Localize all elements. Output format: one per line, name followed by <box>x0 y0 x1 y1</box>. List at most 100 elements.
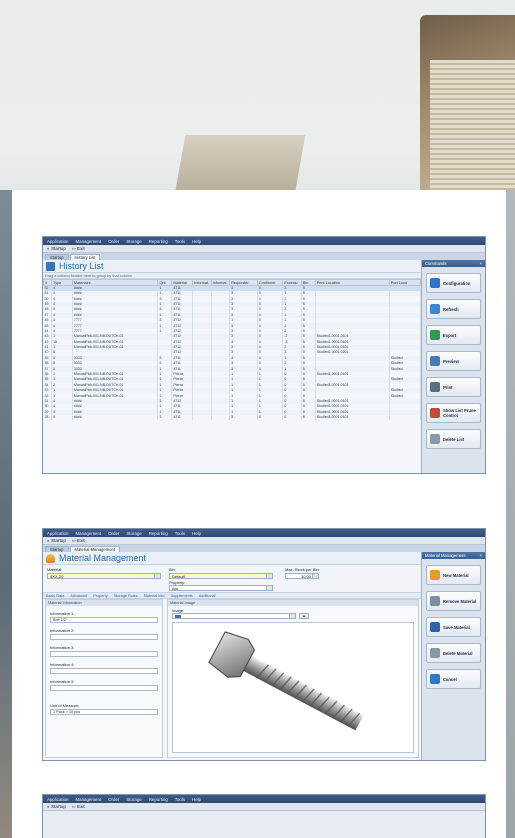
photo-left-edge <box>0 190 12 838</box>
traffic-cone-icon <box>46 553 55 563</box>
subtab[interactable]: Basic Data <box>46 594 64 598</box>
table-cell: 3 <box>157 414 173 421</box>
subtab[interactable]: Additional <box>199 594 216 598</box>
menu-storage[interactable]: Storage <box>126 239 141 244</box>
remove-material-button[interactable]: Remove Material <box>426 591 481 611</box>
menu-help[interactable]: Help <box>192 239 201 244</box>
table-cell: Studied1-0001-0101 <box>315 414 390 421</box>
table-cell <box>192 414 212 421</box>
menu-reporting[interactable]: Reporting <box>149 531 168 536</box>
document-tabs: Startup Material Management <box>43 545 485 552</box>
button-label: Save Material <box>443 624 470 630</box>
exit-button[interactable]: ⇦ Exit <box>72 538 85 544</box>
configuration-button[interactable]: Configuration <box>426 273 481 293</box>
preview-icon <box>430 356 440 366</box>
subtab[interactable]: Material Info <box>144 594 165 598</box>
menu-tools[interactable]: Tools <box>175 531 185 536</box>
table-row[interactable]: 28 4 #### 3 4711 3 0 0 5 Studied1-0001-0101 <box>43 414 422 421</box>
material-input[interactable]: 4XX-20 <box>47 573 161 579</box>
menu-reporting[interactable]: Reporting <box>149 797 168 802</box>
button-label: Refresh <box>443 306 459 312</box>
table-cell: 0 <box>257 414 284 421</box>
new-material-button[interactable]: New Material <box>426 565 481 585</box>
menu-application[interactable]: Application <box>47 239 68 244</box>
close-icon[interactable]: × <box>480 260 482 267</box>
menu-order[interactable]: Order <box>108 239 119 244</box>
menu-application[interactable]: Application <box>47 531 68 536</box>
menu-help[interactable]: Help <box>192 797 201 802</box>
table-cell: 3 <box>229 414 258 421</box>
bin-label: Bin: <box>169 567 176 572</box>
delete-material-button[interactable]: Delete Material <box>426 643 481 663</box>
preview-button[interactable]: Preview <box>426 351 481 371</box>
material-commands-panel: Material Management × New Material Remove … <box>421 552 485 760</box>
info-field-input[interactable] <box>50 651 158 657</box>
material-form-header: Material: 4XX-20 Bin: Default Property: … <box>43 565 421 593</box>
print-button[interactable]: Print <box>426 377 481 397</box>
startup-button[interactable]: ◐ Startup <box>47 246 66 251</box>
close-icon[interactable]: × <box>480 552 482 559</box>
cancel-button[interactable]: Cancel <box>426 669 481 689</box>
stepper-icon[interactable] <box>312 574 318 578</box>
startup-button[interactable]: ◐ Startup <box>47 804 66 809</box>
menu-bar: Application Management Order Storage Rep… <box>43 237 485 245</box>
menu-order[interactable]: Order <box>108 797 119 802</box>
startup-button[interactable]: ◐ Startup <box>47 538 66 543</box>
refresh-button[interactable]: Refresh <box>426 299 481 319</box>
toolbar: ◐ Startup ⇦ Exit <box>43 245 485 253</box>
info-field-input[interactable] <box>50 634 158 640</box>
menu-management[interactable]: Management <box>75 797 101 802</box>
subtab[interactable]: Advanced <box>70 594 87 598</box>
save-icon <box>430 622 440 632</box>
bolt-image <box>172 622 414 753</box>
exit-button[interactable]: ⇦ Exit <box>72 246 85 252</box>
menu-help[interactable]: Help <box>192 531 201 536</box>
table-cell <box>211 414 231 421</box>
show-list-prune-control-button[interactable]: Show List Prune Control <box>426 403 481 423</box>
uom-input[interactable]: 1 Pack = 10 pcs <box>50 709 158 715</box>
exit-label: Exit <box>77 803 85 809</box>
startup-label: Startup <box>51 804 66 809</box>
commands-header: Commands × <box>422 260 485 267</box>
max-stock-input[interactable]: 30.00 <box>285 573 319 579</box>
info-field-label: Information 4: <box>50 662 75 667</box>
menu-storage[interactable]: Storage <box>126 797 141 802</box>
chevron-down-icon <box>289 614 295 618</box>
exit-button[interactable]: ⇦ Exit <box>72 804 85 810</box>
button-label: Delete Material <box>443 650 473 656</box>
subtab[interactable]: Supplements <box>171 594 193 598</box>
material-management-window: Application Management Order Storage Rep… <box>42 528 486 761</box>
cancel-icon <box>430 674 440 684</box>
open-image-button[interactable]: ▲ <box>299 613 309 619</box>
delete-list-icon <box>430 434 440 444</box>
image-select[interactable] <box>172 613 296 619</box>
toolbar: ◐ Startup ⇦ Exit <box>43 803 485 811</box>
history-table: # Type Materialnr. Qnt Material Informat. Info… <box>43 279 422 421</box>
button-label: Preview <box>443 358 459 364</box>
button-label: Export <box>443 332 457 338</box>
menu-reporting[interactable]: Reporting <box>149 239 168 244</box>
menu-application[interactable]: Application <box>47 797 68 802</box>
toolbar: ◐ Startup ⇦ Exit <box>43 537 485 545</box>
export-button[interactable]: Export <box>426 325 481 345</box>
save-material-button[interactable]: Save Material <box>426 617 481 637</box>
menu-storage[interactable]: Storage <box>126 531 141 536</box>
menu-management[interactable]: Management <box>75 239 101 244</box>
prune-icon <box>430 408 440 418</box>
property-select[interactable]: Bar <box>169 585 273 591</box>
menu-tools[interactable]: Tools <box>175 797 185 802</box>
delete-list-button[interactable]: Delete List <box>426 429 481 449</box>
info-field-input[interactable] <box>50 685 158 691</box>
info-field-input[interactable]: Bolt 1/2" <box>50 617 158 623</box>
menu-management[interactable]: Management <box>75 531 101 536</box>
bin-select[interactable]: Default <box>169 573 273 579</box>
menu-bar: Application Management Order Storage Rep… <box>43 795 485 803</box>
button-label: New Material <box>443 572 469 578</box>
subtab[interactable]: Storage Rules <box>114 594 138 598</box>
info-field-input[interactable] <box>50 668 158 674</box>
menu-tools[interactable]: Tools <box>175 239 185 244</box>
table-cell: 4 <box>51 414 73 421</box>
subtab[interactable]: Property <box>93 594 107 598</box>
material-lookup-button[interactable] <box>154 574 160 578</box>
menu-order[interactable]: Order <box>108 531 119 536</box>
